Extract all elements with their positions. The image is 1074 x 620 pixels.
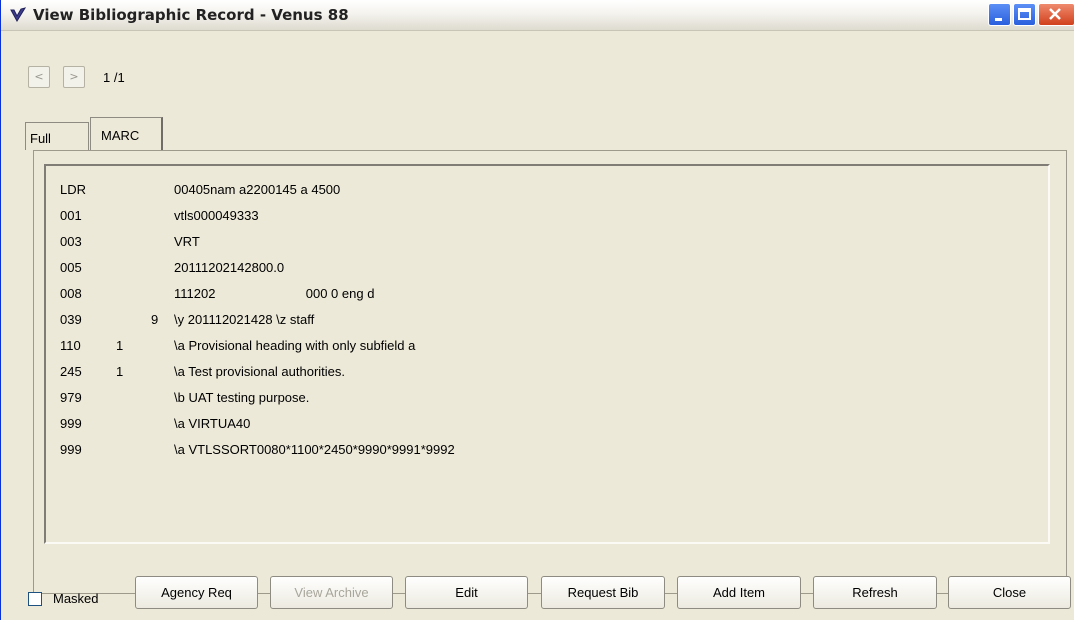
marc-field-data: VRT bbox=[174, 234, 200, 249]
close-icon bbox=[1049, 8, 1061, 20]
tab-full[interactable]: Full bbox=[25, 122, 89, 150]
close-window-button[interactable] bbox=[1038, 3, 1074, 26]
refresh-button[interactable]: Refresh bbox=[813, 576, 937, 609]
title-bar[interactable]: View Bibliographic Record - Venus 88 bbox=[1, 0, 1074, 31]
marc-field-data: \b UAT testing purpose. bbox=[174, 390, 310, 405]
record-pager: 1 /1 bbox=[103, 70, 125, 85]
agency-req-button[interactable]: Agency Req bbox=[135, 576, 258, 609]
marc-tag: 001 bbox=[60, 208, 82, 223]
marc-tag: 008 bbox=[60, 286, 82, 301]
marc-tag: 245 bbox=[60, 364, 82, 379]
close-button[interactable]: Close bbox=[948, 576, 1071, 609]
minimize-icon bbox=[995, 18, 1002, 21]
marc-tag: 039 bbox=[60, 312, 82, 327]
marc-tag: 003 bbox=[60, 234, 82, 249]
add-item-button[interactable]: Add Item bbox=[677, 576, 801, 609]
marc-field-data: 20111202142800.0 bbox=[174, 260, 285, 275]
marc-field-data: \a VTLSSORT0080*1100*2450*9990*9991*9992 bbox=[174, 442, 455, 457]
marc-record-view: LDR 00405nam a2200145 a 4500 001 vtls000… bbox=[44, 164, 1050, 544]
marc-indicator-1: 1 bbox=[116, 338, 124, 353]
maximize-button[interactable] bbox=[1013, 3, 1036, 26]
minimize-button[interactable] bbox=[988, 3, 1011, 26]
marc-tag: 110 bbox=[60, 338, 81, 353]
marc-field-data: \y 201112021428 \z staff bbox=[174, 312, 315, 327]
view-archive-button[interactable]: View Archive bbox=[270, 576, 393, 609]
tab-marc[interactable]: MARC bbox=[90, 117, 163, 151]
marc-indicator-1: 1 bbox=[116, 364, 124, 379]
marc-tag: 999 bbox=[60, 442, 82, 457]
marc-field-data: \a VIRTUA40 bbox=[174, 416, 251, 431]
masked-label: Masked bbox=[53, 591, 99, 606]
marc-tag: 979 bbox=[60, 390, 82, 405]
marc-tag: 005 bbox=[60, 260, 82, 275]
marc-field-data: vtls000049333 bbox=[174, 208, 259, 223]
marc-field-data: \a Test provisional authorities. bbox=[174, 364, 346, 379]
previous-record-button[interactable]: < bbox=[28, 66, 50, 88]
marc-field-data: 111202 000 0 eng d bbox=[174, 286, 375, 301]
marc-field-data: \a Provisional heading with only subfiel… bbox=[174, 338, 416, 353]
bib-record-window: View Bibliographic Record - Venus 88 < >… bbox=[0, 0, 1074, 620]
edit-button[interactable]: Edit bbox=[405, 576, 528, 609]
next-record-button[interactable]: > bbox=[63, 66, 85, 88]
marc-tag: LDR bbox=[60, 182, 87, 197]
maximize-icon bbox=[1018, 8, 1031, 20]
marc-tag: 999 bbox=[60, 416, 82, 431]
window-title: View Bibliographic Record - Venus 88 bbox=[33, 6, 349, 24]
masked-checkbox[interactable] bbox=[28, 592, 42, 606]
marc-indicator-2: 9 bbox=[151, 312, 159, 327]
request-bib-button[interactable]: Request Bib bbox=[541, 576, 665, 609]
check-v-icon bbox=[10, 7, 27, 22]
marc-field-data: 00405nam a2200145 a 4500 bbox=[174, 182, 341, 197]
